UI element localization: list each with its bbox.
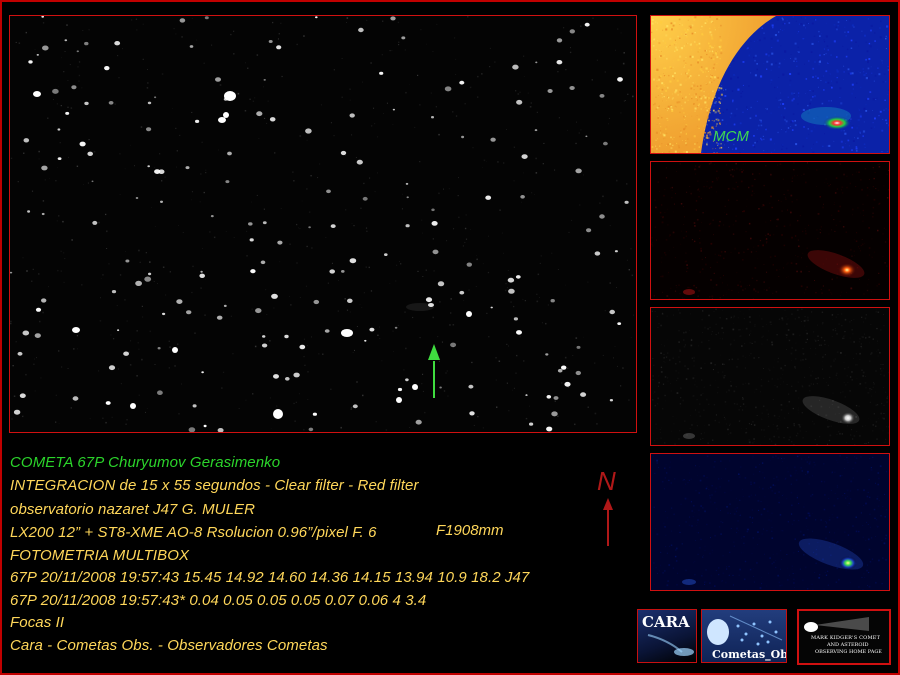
- photometry-heading: FOTOMETRIA MULTIBOX: [10, 547, 190, 564]
- red-filter-thumbnail: [650, 161, 890, 300]
- photometry-errors: 67P 20/11/2008 19:57:43* 0.04 0.05 0.05 …: [10, 592, 427, 609]
- blue-filter-thumbnail: [650, 453, 890, 591]
- software-info: Focas II: [10, 614, 65, 631]
- north-label: N: [597, 466, 616, 496]
- focal-length: F1908mm: [436, 522, 504, 539]
- cometas-obs-logo-link[interactable]: Cometas_Obs: [701, 609, 787, 663]
- observatory-info: observatorio nazaret J47 G. MULER: [10, 501, 256, 518]
- mcm-label: MCM: [713, 128, 749, 145]
- main-starfield-image: [9, 15, 637, 433]
- mark-kidger-logo-link[interactable]: MARK KIDGER'S COMET AND ASTEROID OBSERVI…: [797, 609, 891, 665]
- comet-name: COMETA 67P Churyumov Gerasimenko: [10, 454, 281, 471]
- cara-logo-link[interactable]: CARA: [637, 609, 697, 663]
- photometry-values: 67P 20/11/2008 19:57:43 15.45 14.92 14.6…: [10, 569, 530, 586]
- integration-info: INTEGRACION de 15 x 55 segundos - Clear …: [10, 477, 419, 494]
- equipment-info: LX200 12” + ST8-XME AO-8 Rsolucion 0.96”…: [10, 524, 377, 541]
- mcm-thumbnail: MCM: [650, 15, 890, 154]
- grey-filter-thumbnail: [650, 307, 890, 446]
- north-arrow-icon: [603, 498, 613, 546]
- credits: Cara - Cometas Obs. - Observadores Comet…: [10, 637, 328, 654]
